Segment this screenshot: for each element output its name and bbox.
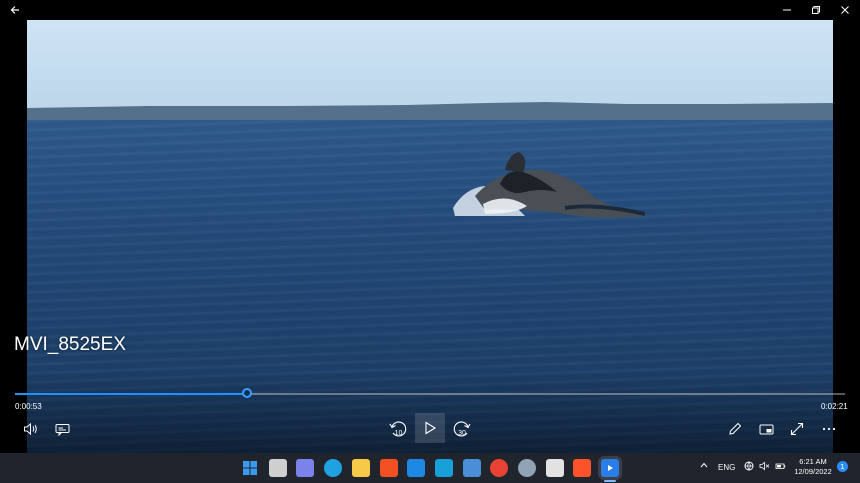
notification-badge[interactable]: 1	[837, 461, 848, 472]
chat-icon[interactable]	[296, 459, 314, 477]
system-clock[interactable]: 6:21 AM 12/09/2022	[790, 457, 836, 477]
volume-muted-icon[interactable]	[759, 461, 770, 473]
task-view-icon[interactable]	[269, 459, 287, 477]
skip-back-button[interactable]: 10	[387, 418, 409, 440]
windows-taskbar: ENG 6:21 AM 12/09/2022 1	[0, 453, 860, 483]
mail-icon[interactable]	[407, 459, 425, 477]
show-hidden-icons-button[interactable]	[700, 461, 708, 471]
skip-forward-label: 30	[458, 430, 466, 437]
back-arrow-icon	[10, 6, 19, 14]
skip-forward-button[interactable]: 30	[451, 418, 473, 440]
mini-view-button[interactable]	[755, 418, 777, 440]
fullscreen-button[interactable]	[786, 418, 808, 440]
windows-start-icon[interactable]	[241, 459, 259, 477]
battery-icon[interactable]	[775, 461, 786, 473]
brave-icon[interactable]	[573, 459, 591, 477]
restore-button[interactable]	[801, 0, 830, 20]
window-controls	[772, 0, 860, 20]
captions-icon	[55, 423, 69, 436]
media-player-window: MVI_8525EX 0:00:53 0:02:21 10 30	[0, 0, 860, 453]
close-icon	[841, 6, 850, 14]
restore-icon	[811, 6, 820, 14]
remote-desktop-icon[interactable]	[463, 459, 481, 477]
pencil-icon	[729, 422, 742, 435]
seek-bar[interactable]	[15, 388, 845, 398]
total-duration: 0:02:21	[821, 402, 848, 411]
minimize-icon	[782, 9, 791, 11]
skip-back-icon: 10	[389, 421, 407, 437]
skip-forward-icon: 30	[453, 421, 471, 437]
mini-view-icon	[759, 424, 773, 434]
microsoft-store-icon[interactable]	[380, 459, 398, 477]
chrome-icon[interactable]	[490, 459, 508, 477]
seek-bar-progress	[15, 393, 249, 395]
breaching-whale	[453, 152, 650, 218]
file-explorer-icon[interactable]	[352, 459, 370, 477]
clock-date: 12/09/2022	[794, 467, 832, 476]
minimize-button[interactable]	[772, 0, 801, 20]
edge-icon[interactable]	[324, 459, 342, 477]
more-options-button[interactable]	[818, 418, 840, 440]
elapsed-time: 0:00:53	[15, 402, 42, 411]
sky	[27, 20, 833, 108]
clock-time: 6:21 AM	[799, 457, 827, 466]
back-button[interactable]	[0, 0, 30, 20]
volume-icon	[24, 422, 37, 436]
chevron-up-icon	[700, 462, 708, 468]
fullscreen-icon	[790, 422, 804, 436]
network-icon[interactable]	[744, 461, 754, 473]
volume-button[interactable]	[20, 418, 42, 440]
snipping-tool-icon[interactable]	[546, 459, 564, 477]
more-icon	[822, 427, 836, 431]
skip-back-label: 10	[395, 430, 403, 437]
l-app-icon[interactable]	[435, 459, 453, 477]
active-app-indicator	[604, 480, 616, 482]
close-button[interactable]	[831, 0, 860, 20]
play-button[interactable]	[415, 413, 445, 443]
distant-coastline	[27, 102, 833, 122]
language-indicator[interactable]: ENG	[718, 463, 735, 472]
play-icon	[425, 421, 437, 435]
settings-icon[interactable]	[518, 459, 536, 477]
edit-button[interactable]	[724, 418, 746, 440]
video-title: MVI_8525EX	[14, 334, 126, 355]
captions-button[interactable]	[51, 418, 73, 440]
media-player-icon[interactable]	[598, 456, 622, 480]
